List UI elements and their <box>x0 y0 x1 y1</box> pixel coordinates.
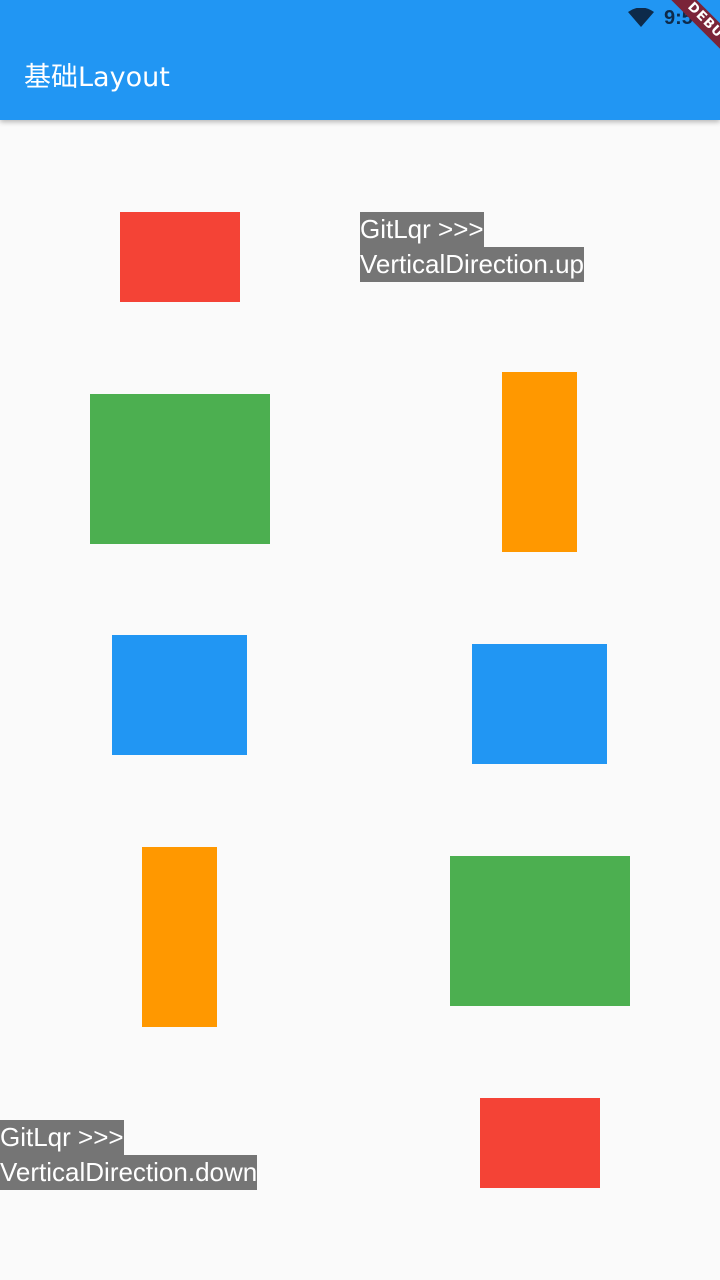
status-bar: 9:55 <box>0 0 720 36</box>
down-red-box <box>120 212 240 302</box>
down-label-line1: GitLqr >>> <box>0 1120 124 1155</box>
down-blue-box <box>112 635 247 755</box>
down-orange-box <box>142 847 217 1027</box>
debug-label: DEBUG <box>656 0 720 78</box>
down-green-box <box>90 394 270 544</box>
up-orange-box <box>502 372 577 552</box>
up-green-box <box>450 856 630 1006</box>
up-label-line2: VerticalDirection.up <box>360 247 584 282</box>
up-blue-box <box>472 644 607 764</box>
down-label-line2: VerticalDirection.down <box>0 1155 258 1190</box>
debug-banner: DEBUG <box>630 0 720 90</box>
page-title: 基础Layout <box>24 62 170 93</box>
up-label-line1: GitLqr >>> <box>360 212 484 247</box>
up-red-box <box>480 1098 600 1188</box>
